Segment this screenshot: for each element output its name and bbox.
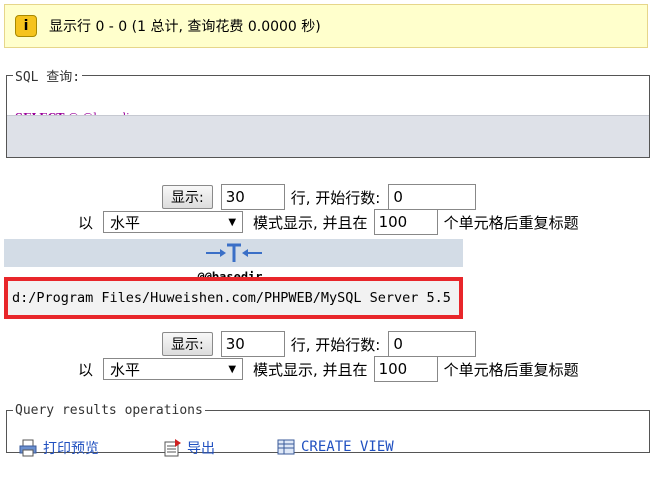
notice-text: 显示行 0 - 0 (1 总计, 查询花费 0.0000 秒) xyxy=(49,19,321,35)
column-toggle-icon[interactable] xyxy=(204,242,264,264)
export-icon xyxy=(164,439,181,457)
export-label: 导出 xyxy=(187,441,215,457)
table-cell: d:/Program Files/Huweishen.com/PHPWEB/My… xyxy=(12,290,451,306)
repeat-input-top[interactable]: 100 xyxy=(373,209,438,235)
repeat-suffix-bottom: 个单元格后重复标题 xyxy=(443,360,579,379)
nav-row-bottom-2: 以 水平 ▼ 模式显示, 并且在 100 个单元格后重复标题 xyxy=(78,356,585,382)
info-icon: i xyxy=(15,15,37,37)
print-preview-link[interactable]: 打印预览 xyxy=(19,438,99,458)
mode-select-value-top: 水平 xyxy=(110,213,141,232)
nav-row-top-1: 显示: 30 行, 开始行数: 0 xyxy=(162,184,477,210)
start-label-bottom: 行, 开始行数: xyxy=(290,335,381,354)
notice-bar: i 显示行 0 - 0 (1 总计, 查询花费 0.0000 秒) xyxy=(4,4,648,48)
create-view-label: CREATE VIEW xyxy=(301,439,394,455)
chevron-down-icon: ▼ xyxy=(228,363,237,375)
table-row: d:/Program Files/Huweishen.com/PHPWEB/My… xyxy=(4,277,463,319)
export-link[interactable]: 导出 xyxy=(163,438,215,458)
mode-suffix-top: 模式显示, 并且在 xyxy=(253,213,368,232)
print-preview-label: 打印预览 xyxy=(43,441,99,457)
query-results-operations: Query results operations 打印预览 导出 CREATE … xyxy=(6,403,650,457)
mode-select-top[interactable]: 水平 ▼ xyxy=(103,211,244,233)
view-icon xyxy=(277,439,295,455)
mode-suffix-bottom: 模式显示, 并且在 xyxy=(253,360,368,379)
start-label-top: 行, 开始行数: xyxy=(290,188,381,207)
nav-row-top-2: 以 水平 ▼ 模式显示, 并且在 100 个单元格后重复标题 xyxy=(78,209,585,235)
rows-input-top[interactable]: 30 xyxy=(220,184,285,210)
operations-legend: Query results operations xyxy=(15,403,203,418)
rows-input-bottom[interactable]: 30 xyxy=(220,331,285,357)
sql-query-toolbar xyxy=(7,115,649,157)
show-button-top[interactable]: 显示: xyxy=(162,185,213,209)
mode-prefix-top: 以 xyxy=(78,213,94,232)
results-header xyxy=(4,239,463,267)
printer-icon xyxy=(19,439,37,457)
sql-query-legend: SQL 查询: xyxy=(15,70,81,85)
mode-select-value-bottom: 水平 xyxy=(110,360,141,379)
sql-query-box: SQL 查询: SELECT @ @basedir xyxy=(6,66,650,158)
repeat-suffix-top: 个单元格后重复标题 xyxy=(443,213,579,232)
show-button-bottom[interactable]: 显示: xyxy=(162,332,213,356)
mode-select-bottom[interactable]: 水平 ▼ xyxy=(103,358,244,380)
start-input-top[interactable]: 0 xyxy=(388,184,477,210)
chevron-down-icon: ▼ xyxy=(228,216,237,228)
repeat-input-bottom[interactable]: 100 xyxy=(373,356,438,382)
create-view-link[interactable]: CREATE VIEW xyxy=(277,438,394,456)
results-column-name[interactable]: @@basedir xyxy=(150,267,310,277)
nav-row-bottom-1: 显示: 30 行, 开始行数: 0 xyxy=(162,331,477,357)
mode-prefix-bottom: 以 xyxy=(78,360,94,379)
start-input-bottom[interactable]: 0 xyxy=(388,331,477,357)
